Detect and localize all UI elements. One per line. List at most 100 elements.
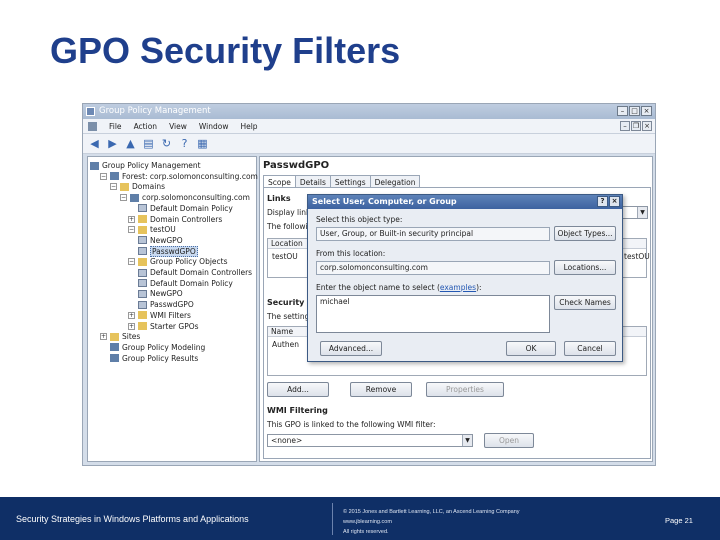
object-type-field: User, Group, or Built-in security princi… [316, 227, 550, 241]
expand-icon[interactable]: + [128, 311, 135, 319]
tree-item[interactable]: + Domain Controllers [128, 214, 222, 225]
tree-item[interactable]: PasswdGPO [138, 245, 198, 257]
authenticated-users-row[interactable]: Authen [272, 340, 299, 349]
maximize-icon[interactable]: □ [629, 106, 640, 116]
website-text: www.jblearning.com [343, 519, 392, 525]
tree-item-label: NewGPO [150, 289, 183, 299]
window-titlebar: Group Policy Management – □ × [83, 104, 655, 119]
wmi-filtering-heading: WMI Filtering [267, 406, 328, 415]
domain-icon [90, 161, 99, 170]
domain-icon [110, 172, 119, 181]
examples-link[interactable]: examples [440, 283, 476, 292]
object-types-button[interactable]: Object Types... [554, 226, 616, 241]
remove-button[interactable]: Remove [350, 382, 412, 397]
tree-item[interactable]: Default Domain Policy [138, 278, 233, 289]
gpmc-app-icon [86, 107, 95, 116]
enter-object-name-label: Enter the object name to select (example… [316, 283, 482, 292]
locations-button[interactable]: Locations... [554, 260, 616, 275]
location-field: corp.solomonconsulting.com [316, 261, 550, 275]
properties-icon[interactable]: ▦ [196, 137, 209, 150]
ok-button[interactable]: OK [506, 341, 556, 356]
tree-item[interactable]: PasswdGPO [138, 299, 194, 310]
footer-divider [332, 503, 333, 535]
advanced-button[interactable]: Advanced... [320, 341, 382, 356]
mdi-restore-icon[interactable]: ❐ [631, 121, 641, 131]
tree-item-label: Default Domain Policy [150, 203, 233, 213]
menu-view[interactable]: View [169, 122, 187, 131]
links-heading: Links [267, 194, 291, 203]
tree-item-label: corp.solomonconsulting.com [142, 193, 250, 203]
gpo-icon [138, 204, 147, 213]
gpo-icon [138, 300, 147, 309]
menu-file[interactable]: File [109, 122, 122, 131]
forward-arrow-icon[interactable]: ▶ [106, 137, 119, 150]
check-names-button[interactable]: Check Names [554, 295, 616, 310]
tree-item-label: Group Policy Modeling [122, 342, 206, 352]
cancel-button[interactable]: Cancel [564, 341, 616, 356]
folder-icon [138, 215, 147, 223]
console-tree[interactable]: Group Policy Management − Forest: corp.sol… [87, 156, 258, 462]
add-button[interactable]: Add... [267, 382, 329, 397]
mdi-minimize-icon[interactable]: – [620, 121, 630, 131]
collapse-icon[interactable]: − [128, 226, 135, 234]
tree-item[interactable]: − corp.solomonconsulting.com [120, 192, 250, 203]
expand-icon[interactable]: + [128, 322, 135, 330]
menu-help[interactable]: Help [240, 122, 257, 131]
tree-item-label: Forest: corp.solomonconsulting.com [122, 171, 258, 181]
tree-item-label: Default Domain Controllers [150, 268, 253, 277]
refresh-icon[interactable]: ↻ [160, 137, 173, 150]
wmi-filter-combo[interactable]: <none> ▼ [267, 434, 473, 447]
tree-item[interactable]: + Starter GPOs [128, 321, 199, 332]
help-icon[interactable]: ? [178, 137, 191, 150]
tree-item[interactable]: + Sites [100, 331, 140, 342]
mdi-close-icon[interactable]: × [642, 121, 652, 131]
collapse-icon[interactable]: − [100, 172, 107, 180]
collapse-icon[interactable]: − [128, 258, 135, 266]
up-folder-icon[interactable]: ▲ [124, 137, 137, 150]
object-name-input[interactable]: michael [316, 295, 550, 333]
tree-item[interactable]: NewGPO [138, 235, 183, 246]
open-button[interactable]: Open [484, 433, 534, 448]
tree-item[interactable]: Group Policy Management [90, 160, 201, 171]
tree-item-label: Starter GPOs [150, 321, 199, 331]
copyright-text: © 2015 Jones and Bartlett Learning, LLC,… [343, 509, 520, 515]
dialog-help-icon[interactable]: ? [597, 196, 608, 207]
tree-item-label: Group Policy Objects [150, 257, 228, 267]
tree-item[interactable]: − Group Policy Objects [128, 256, 228, 267]
minimize-icon[interactable]: – [617, 106, 628, 116]
tree-item-label: WMI Filters [150, 310, 191, 320]
window-title: Group Policy Management [99, 106, 211, 116]
tree-item[interactable]: NewGPO [138, 288, 183, 299]
gpo-icon [138, 247, 147, 256]
tree-item[interactable]: Default Domain Controllers [138, 267, 252, 278]
tree-item[interactable]: − testOU [128, 224, 176, 235]
link-location-cell[interactable]: testOU [272, 252, 298, 261]
tree-item[interactable]: − Forest: corp.solomonconsulting.com [100, 171, 258, 182]
collapse-icon[interactable]: − [110, 183, 117, 191]
back-arrow-icon[interactable]: ◀ [88, 137, 101, 150]
menu-action[interactable]: Action [134, 122, 158, 131]
collapse-icon[interactable]: − [120, 194, 127, 202]
tree-item[interactable]: Group Policy Results [110, 353, 198, 364]
gpmc-screenshot: Group Policy Management – □ × File Actio… [82, 103, 656, 466]
tree-item[interactable]: Default Domain Policy [138, 203, 233, 214]
tree-item-label: Domain Controllers [150, 214, 223, 224]
show-tree-icon[interactable]: ▤ [142, 137, 155, 150]
page-number: Page 21 [665, 516, 693, 525]
properties-button[interactable]: Properties [426, 382, 504, 397]
dialog-close-icon[interactable]: × [609, 196, 620, 207]
tree-item[interactable]: + WMI Filters [128, 310, 191, 321]
folder-icon [120, 182, 129, 191]
enter-object-name-text: Enter the object name to select [316, 283, 435, 292]
domain-icon [110, 354, 119, 363]
tree-item[interactable]: − Domains [110, 181, 165, 192]
menu-bar: File Action View Window Help – ❐ × [83, 119, 655, 134]
rights-text: All rights reserved. [343, 529, 389, 535]
gpo-icon [138, 289, 147, 298]
expand-icon[interactable]: + [100, 333, 107, 341]
close-icon[interactable]: × [641, 106, 652, 116]
expand-icon[interactable]: + [128, 215, 135, 223]
folder-icon [138, 322, 147, 330]
menu-window[interactable]: Window [199, 122, 229, 131]
tree-item[interactable]: Group Policy Modeling [110, 342, 205, 353]
